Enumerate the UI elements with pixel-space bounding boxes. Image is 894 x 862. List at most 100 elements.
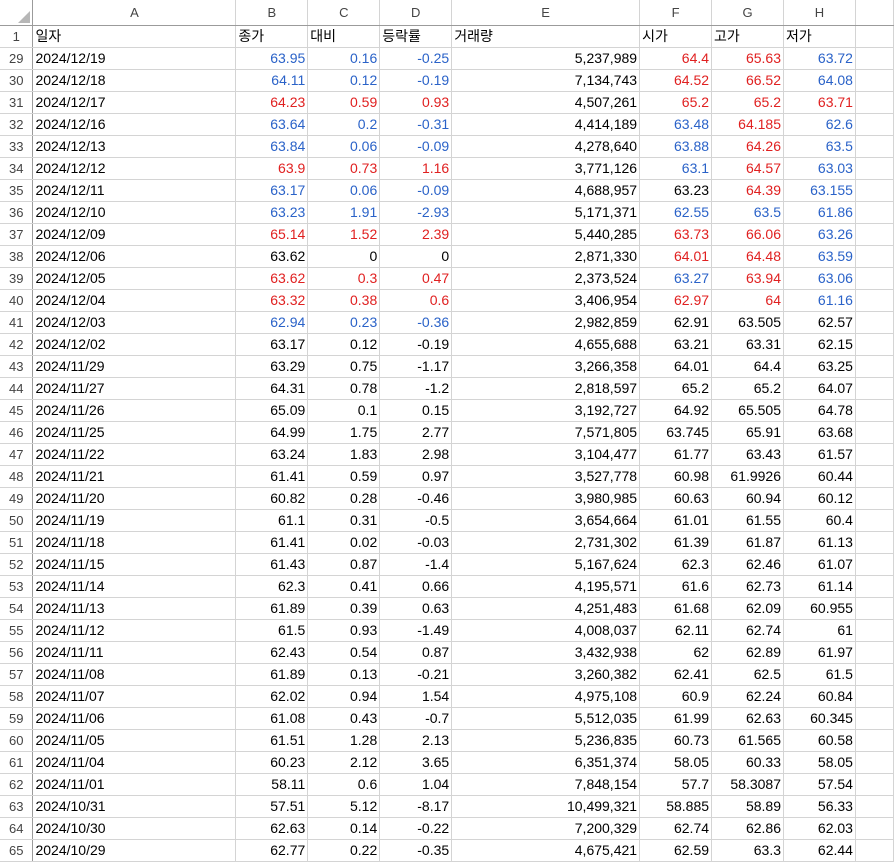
cell-overflow[interactable]	[855, 707, 894, 730]
cell-h[interactable]: 60.84	[783, 685, 856, 708]
cell-c[interactable]: 0.93	[307, 619, 381, 642]
cell-g[interactable]: 63.5	[711, 201, 784, 224]
cell-d[interactable]: 0.63	[379, 597, 453, 620]
cell-d[interactable]: 0.93	[379, 91, 453, 114]
cell-f[interactable]: 64.01	[639, 355, 713, 378]
cell-h[interactable]: 61.57	[783, 443, 856, 466]
cell-c[interactable]: 1.91	[307, 201, 381, 224]
row-header[interactable]: 48	[0, 465, 34, 488]
cell-b[interactable]: 64.11	[235, 69, 309, 92]
cell-b[interactable]: 63.62	[235, 267, 309, 290]
cell-a[interactable]: 2024/12/09	[32, 223, 237, 246]
column-header-b[interactable]: B	[235, 0, 309, 26]
row-header[interactable]: 1	[0, 25, 34, 48]
cell-a[interactable]: 2024/12/06	[32, 245, 237, 268]
cell-d[interactable]: 2.77	[379, 421, 453, 444]
row-header[interactable]: 38	[0, 245, 34, 268]
cell-overflow[interactable]	[855, 311, 894, 334]
row-header[interactable]: 31	[0, 91, 34, 114]
cell-b[interactable]: 61.41	[235, 531, 309, 554]
cell-h[interactable]: 57.54	[783, 773, 856, 796]
cell-a[interactable]: 2024/11/14	[32, 575, 237, 598]
cell-b[interactable]: 65.14	[235, 223, 309, 246]
cell-a[interactable]: 2024/10/31	[32, 795, 237, 818]
cell-e[interactable]: 3,406,954	[451, 289, 641, 312]
cell-c[interactable]: 0.38	[307, 289, 381, 312]
cell-h[interactable]: 64.78	[783, 399, 856, 422]
row-header[interactable]: 65	[0, 839, 34, 862]
cell-h[interactable]: 63.155	[783, 179, 856, 202]
cell-c[interactable]: 2.12	[307, 751, 381, 774]
row-header[interactable]: 39	[0, 267, 34, 290]
cell-overflow[interactable]	[855, 355, 894, 378]
cell-d[interactable]: 0.15	[379, 399, 453, 422]
cell-f[interactable]: 62	[639, 641, 713, 664]
cell-a[interactable]: 2024/12/04	[32, 289, 237, 312]
cell-b[interactable]: 60.23	[235, 751, 309, 774]
row-header[interactable]: 41	[0, 311, 34, 334]
row-header[interactable]: 46	[0, 421, 34, 444]
cell-e[interactable]: 3,432,938	[451, 641, 641, 664]
cell-d[interactable]: 1.04	[379, 773, 453, 796]
cell-h[interactable]: 64.08	[783, 69, 856, 92]
cell-d[interactable]: -0.35	[379, 839, 453, 862]
cell-g[interactable]: 58.89	[711, 795, 784, 818]
cell-c[interactable]: 0.22	[307, 839, 381, 862]
cell-f[interactable]: 62.55	[639, 201, 713, 224]
cell-f[interactable]: 62.91	[639, 311, 713, 334]
cell-d[interactable]: -1.49	[379, 619, 453, 642]
cell-b[interactable]: 61.51	[235, 729, 309, 752]
cell-g[interactable]: 63.43	[711, 443, 784, 466]
cell-g[interactable]: 66.06	[711, 223, 784, 246]
cell-h[interactable]: 63.25	[783, 355, 856, 378]
cell-e[interactable]: 거래량	[451, 25, 641, 48]
cell-c[interactable]: 0.14	[307, 817, 381, 840]
cell-d[interactable]: -0.22	[379, 817, 453, 840]
cell-d[interactable]: -1.17	[379, 355, 453, 378]
cell-a[interactable]: 2024/11/07	[32, 685, 237, 708]
cell-c[interactable]: 0.12	[307, 333, 381, 356]
cell-d[interactable]: -0.09	[379, 135, 453, 158]
cell-b[interactable]: 종가	[235, 25, 309, 48]
cell-g[interactable]: 62.86	[711, 817, 784, 840]
cell-a[interactable]: 2024/12/16	[32, 113, 237, 136]
cell-b[interactable]: 58.11	[235, 773, 309, 796]
cell-d[interactable]: 등락률	[379, 25, 453, 48]
row-header[interactable]: 42	[0, 333, 34, 356]
cell-f[interactable]: 63.88	[639, 135, 713, 158]
cell-g[interactable]: 60.33	[711, 751, 784, 774]
cell-f[interactable]: 63.27	[639, 267, 713, 290]
cell-overflow[interactable]	[855, 663, 894, 686]
cell-g[interactable]: 64.39	[711, 179, 784, 202]
cell-e[interactable]: 7,848,154	[451, 773, 641, 796]
cell-h[interactable]: 62.57	[783, 311, 856, 334]
cell-d[interactable]: 0	[379, 245, 453, 268]
cell-overflow[interactable]	[855, 377, 894, 400]
cell-a[interactable]: 2024/12/03	[32, 311, 237, 334]
cell-e[interactable]: 2,818,597	[451, 377, 641, 400]
cell-overflow[interactable]	[855, 399, 894, 422]
cell-overflow[interactable]	[855, 817, 894, 840]
cell-a[interactable]: 2024/11/13	[32, 597, 237, 620]
cell-overflow[interactable]	[855, 223, 894, 246]
cell-a[interactable]: 2024/10/29	[32, 839, 237, 862]
row-header[interactable]: 34	[0, 157, 34, 180]
cell-g[interactable]: 64.57	[711, 157, 784, 180]
cell-e[interactable]: 5,171,371	[451, 201, 641, 224]
cell-d[interactable]: -0.03	[379, 531, 453, 554]
cell-f[interactable]: 63.48	[639, 113, 713, 136]
cell-h[interactable]: 56.33	[783, 795, 856, 818]
cell-overflow[interactable]	[855, 641, 894, 664]
cell-g[interactable]: 64.26	[711, 135, 784, 158]
cell-g[interactable]: 65.63	[711, 47, 784, 70]
cell-b[interactable]: 60.82	[235, 487, 309, 510]
cell-b[interactable]: 64.31	[235, 377, 309, 400]
column-header-g[interactable]: G	[711, 0, 784, 26]
cell-b[interactable]: 63.9	[235, 157, 309, 180]
cell-e[interactable]: 4,675,421	[451, 839, 641, 862]
cell-a[interactable]: 일자	[32, 25, 237, 48]
cell-h[interactable]: 61.16	[783, 289, 856, 312]
cell-d[interactable]: -0.46	[379, 487, 453, 510]
cell-h[interactable]: 63.06	[783, 267, 856, 290]
cell-a[interactable]: 2024/12/11	[32, 179, 237, 202]
